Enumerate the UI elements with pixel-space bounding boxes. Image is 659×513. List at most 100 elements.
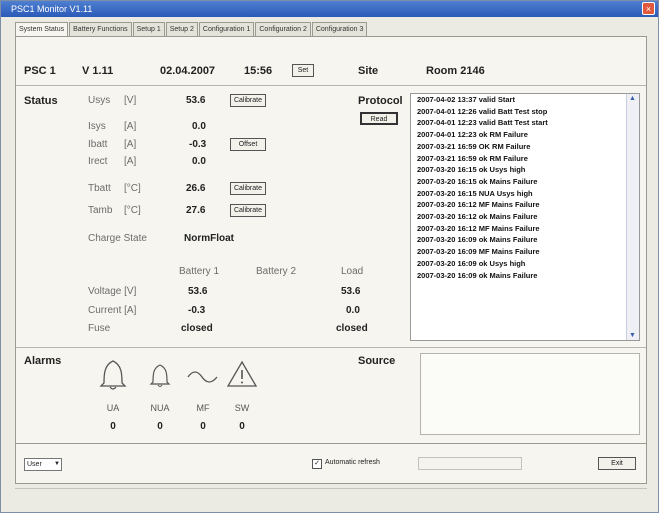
tbatt-value: 26.6 (186, 183, 206, 194)
protocol-entry: 2007-03-20 16:12 MF Mains Failure (417, 200, 540, 210)
alarms-label: Alarms (24, 355, 62, 367)
refresh-progress-bar (418, 457, 522, 470)
protocol-entry: 2007-03-20 16:09 MF Mains Failure (417, 247, 540, 257)
close-button[interactable]: × (642, 2, 655, 15)
tbatt-label: Tbatt (88, 183, 111, 194)
irect-value: 0.0 (192, 156, 206, 167)
tab-strip: System Status Battery Functions Setup 1 … (15, 22, 368, 36)
status-label: Status (24, 95, 58, 107)
bell-small-icon (149, 364, 171, 388)
application-window: PSC1 Monitor V1.11 × System Status Batte… (0, 0, 659, 513)
protocol-scrollbar[interactable]: ▲ ▼ (626, 94, 639, 340)
alarm-ua-label: UA (106, 403, 120, 413)
set-time-button[interactable]: Set (292, 64, 314, 77)
protocol-entry: 2007-03-21 16:59 OK RM Failure (417, 141, 531, 151)
protocol-label: Protocol (358, 95, 403, 107)
irect-label: Irect (88, 156, 108, 167)
charge-state-label: Charge State (88, 233, 147, 244)
irect-unit: [A] (124, 156, 137, 167)
battery-1-voltage: 53.6 (188, 286, 208, 297)
system-status-panel: PSC 1 V 1.11 02.04.2007 15:56 Set Site R… (15, 36, 647, 444)
protocol-entry: 2007-03-20 16:12 MF Mains Failure (417, 223, 540, 233)
device-name: PSC 1 (24, 65, 56, 77)
protocol-entry: 2007-03-20 16:15 NUA Usys high (417, 188, 533, 198)
footer-bar: User ▼ ✓ Automatic refresh Exit (15, 444, 647, 484)
tbatt-unit: [°C] (124, 183, 141, 194)
alarm-ua-count: 0 (110, 421, 116, 432)
window-title: PSC1 Monitor V1.11 (11, 4, 93, 14)
load-header: Load (341, 266, 364, 277)
alarm-sw-count: 0 (239, 421, 245, 432)
auto-refresh-label: Automatic refresh (325, 459, 380, 466)
ibatt-unit: [A] (124, 139, 137, 150)
battery-1-header: Battery 1 (179, 266, 220, 277)
current-time: 15:56 (244, 65, 273, 77)
bell-large-icon (99, 360, 127, 390)
voltage-row-label: Voltage [V] (88, 286, 137, 297)
firmware-version: V 1.11 (82, 65, 114, 77)
exit-button[interactable]: Exit (598, 457, 636, 470)
scroll-up-icon[interactable]: ▲ (629, 95, 636, 102)
usys-calibrate-button[interactable]: Calibrate (230, 94, 266, 107)
ibatt-offset-button[interactable]: Offset (230, 138, 266, 151)
alarm-mf-label: MF (196, 403, 210, 413)
alarm-mf-count: 0 (200, 421, 206, 432)
protocol-entry: 2007-03-20 16:15 ok Usys high (417, 165, 526, 175)
alarm-nua-label: NUA (150, 403, 170, 413)
warning-triangle-icon (226, 360, 258, 387)
protocol-entry: 2007-03-20 16:15 ok Mains Failure (417, 176, 538, 186)
protocol-entry: 2007-04-01 12:26 valid Batt Test stop (417, 106, 548, 116)
tab-setup-1[interactable]: Setup 1 (132, 22, 165, 36)
dropdown-arrow-icon[interactable]: ▼ (54, 459, 60, 470)
header-divider (16, 85, 646, 86)
title-bar: PSC1 Monitor V1.11 × (1, 1, 658, 17)
tab-configuration-2[interactable]: Configuration 2 (255, 22, 311, 36)
alarm-sw-label: SW (234, 403, 250, 413)
site-value: Room 2146 (426, 65, 485, 77)
protocol-read-button[interactable]: Read (360, 112, 398, 125)
usys-label: Usys (88, 95, 111, 106)
scroll-down-icon[interactable]: ▼ (629, 332, 636, 339)
charge-state-value: NormFloat (184, 233, 234, 244)
alarms-divider (16, 347, 646, 348)
current-date: 02.04.2007 (160, 65, 216, 77)
load-voltage: 53.6 (341, 286, 361, 297)
protocol-entry: 2007-03-20 16:12 ok Mains Failure (417, 212, 538, 222)
tab-battery-functions[interactable]: Battery Functions (69, 22, 132, 36)
battery-1-current: -0.3 (188, 305, 206, 316)
tamb-calibrate-button[interactable]: Calibrate (230, 204, 266, 217)
usys-unit: [V] (124, 95, 137, 106)
isys-value: 0.0 (192, 121, 206, 132)
usys-value: 53.6 (186, 95, 206, 106)
ibatt-label: Ibatt (88, 139, 108, 150)
isys-label: Isys (88, 121, 106, 132)
tamb-value: 27.6 (186, 205, 206, 216)
source-label: Source (358, 355, 396, 367)
protocol-entry: 2007-03-21 16:59 ok RM Failure (417, 153, 528, 163)
auto-refresh-checkbox[interactable]: ✓ (312, 459, 322, 469)
user-level-select[interactable]: User ▼ (24, 458, 62, 471)
user-level-value: User (27, 461, 42, 468)
protocol-entry: 2007-03-20 16:09 ok Mains Failure (417, 270, 538, 280)
protocol-entry: 2007-03-20 16:09 ok Usys high (417, 258, 526, 268)
protocol-log-list[interactable]: 2007-04-02 13:37 valid Start 2007-04-01 … (410, 93, 640, 341)
alarm-nua-count: 0 (157, 421, 163, 432)
battery-2-header: Battery 2 (256, 266, 297, 277)
tamb-unit: [°C] (124, 205, 141, 216)
tab-configuration-3[interactable]: Configuration 3 (311, 22, 368, 36)
source-box (420, 353, 640, 435)
battery-1-fuse: closed (181, 323, 213, 334)
fuse-row-label: Fuse (88, 323, 111, 334)
protocol-entry: 2007-04-01 12:23 valid Batt Test start (417, 118, 548, 128)
sine-wave-icon (187, 371, 218, 383)
status-bar (15, 488, 647, 503)
tab-system-status[interactable]: System Status (15, 22, 69, 36)
load-fuse: closed (336, 323, 368, 334)
tab-configuration-1[interactable]: Configuration 1 (198, 22, 255, 36)
tamb-label: Tamb (88, 205, 113, 216)
site-label: Site (358, 65, 379, 77)
tbatt-calibrate-button[interactable]: Calibrate (230, 182, 266, 195)
tab-setup-2[interactable]: Setup 2 (165, 22, 198, 36)
load-current: 0.0 (346, 305, 360, 316)
ibatt-value: -0.3 (189, 139, 207, 150)
